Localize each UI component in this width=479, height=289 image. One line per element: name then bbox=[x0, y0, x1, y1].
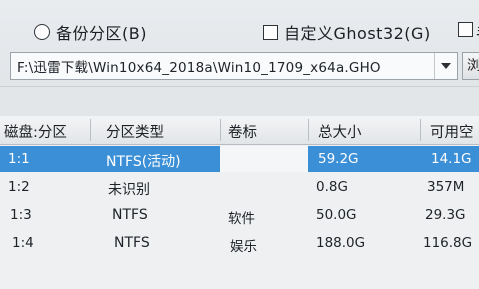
backup-partition-option[interactable]: 备份分区(B) bbox=[34, 20, 147, 44]
partition-tool-window: 备份分区(B) 自定义Ghost32(G) 手 F:\迅雷下载\Win10x64… bbox=[0, 0, 479, 289]
cell-disk: 1:3 bbox=[10, 207, 32, 223]
col-volume-label[interactable]: 卷标 bbox=[228, 121, 257, 142]
cell-label: 软件 bbox=[228, 211, 255, 227]
custom-ghost-option[interactable]: 自定义Ghost32(G) bbox=[263, 20, 431, 44]
cell-total: 188.0G bbox=[316, 235, 366, 251]
table-header: 磁盘:分区 分区类型 卷标 总大小 可用空 bbox=[0, 116, 479, 145]
option-row: 备份分区(B) 自定义Ghost32(G) 手 bbox=[0, 0, 479, 46]
cell-type: 未识别 bbox=[108, 182, 150, 198]
col-partition-type[interactable]: 分区类型 bbox=[106, 121, 164, 142]
table-row[interactable]: 1:4 NTFS 娱乐 188.0G 116.8G bbox=[0, 230, 479, 256]
image-path-value[interactable]: F:\迅雷下载\Win10x64_2018a\Win10_1709_x64a.G… bbox=[11, 56, 434, 76]
cell-free: 357M bbox=[427, 179, 465, 195]
cell-type: NTFS bbox=[112, 207, 148, 223]
chevron-down-icon[interactable] bbox=[434, 53, 457, 79]
cell-total: 50.0G bbox=[316, 207, 357, 223]
browse-button[interactable]: 浏 bbox=[462, 52, 479, 80]
custom-ghost-checkbox[interactable] bbox=[263, 24, 278, 40]
cell-type: NTFS(活动) bbox=[106, 154, 181, 170]
cell-type: NTFS bbox=[114, 235, 150, 251]
third-option-checkbox[interactable] bbox=[458, 22, 473, 37]
column-divider[interactable] bbox=[308, 119, 309, 141]
cell-total: 0.8G bbox=[316, 179, 348, 195]
cell-free: 14.1G bbox=[431, 151, 472, 167]
cell-disk: 1:2 bbox=[8, 179, 30, 195]
table-row[interactable]: 1:1 NTFS(活动) 59.2G 14.1G bbox=[0, 146, 479, 172]
table-row[interactable]: 1:3 NTFS 软件 50.0G 29.3G bbox=[0, 202, 479, 228]
table-row[interactable]: 1:2 未识别 0.8G 357M bbox=[0, 174, 479, 200]
col-total-size[interactable]: 总大小 bbox=[318, 121, 362, 142]
backup-partition-radio[interactable] bbox=[34, 24, 50, 40]
cell-free: 116.8G bbox=[423, 235, 473, 251]
custom-ghost-label: 自定义Ghost32(G) bbox=[284, 24, 431, 43]
cell-disk: 1:1 bbox=[8, 151, 30, 167]
toolbar-strip bbox=[0, 86, 479, 118]
cell-disk: 1:4 bbox=[12, 235, 34, 251]
col-disk-partition[interactable]: 磁盘:分区 bbox=[4, 121, 67, 142]
cell-free: 29.3G bbox=[425, 207, 466, 223]
backup-partition-label: 备份分区(B) bbox=[56, 24, 147, 43]
partition-table: 磁盘:分区 分区类型 卷标 总大小 可用空 1:1 NTFS(活动) 59.2G… bbox=[0, 116, 479, 289]
cell-total: 59.2G bbox=[318, 151, 359, 167]
column-divider[interactable] bbox=[220, 119, 221, 141]
label-cell-bg bbox=[220, 146, 308, 172]
column-divider[interactable] bbox=[420, 119, 421, 141]
col-free-space[interactable]: 可用空 bbox=[430, 121, 474, 142]
column-divider[interactable] bbox=[90, 119, 91, 141]
cell-label: 娱乐 bbox=[230, 239, 257, 255]
image-path-combobox[interactable]: F:\迅雷下载\Win10x64_2018a\Win10_1709_x64a.G… bbox=[10, 52, 458, 80]
